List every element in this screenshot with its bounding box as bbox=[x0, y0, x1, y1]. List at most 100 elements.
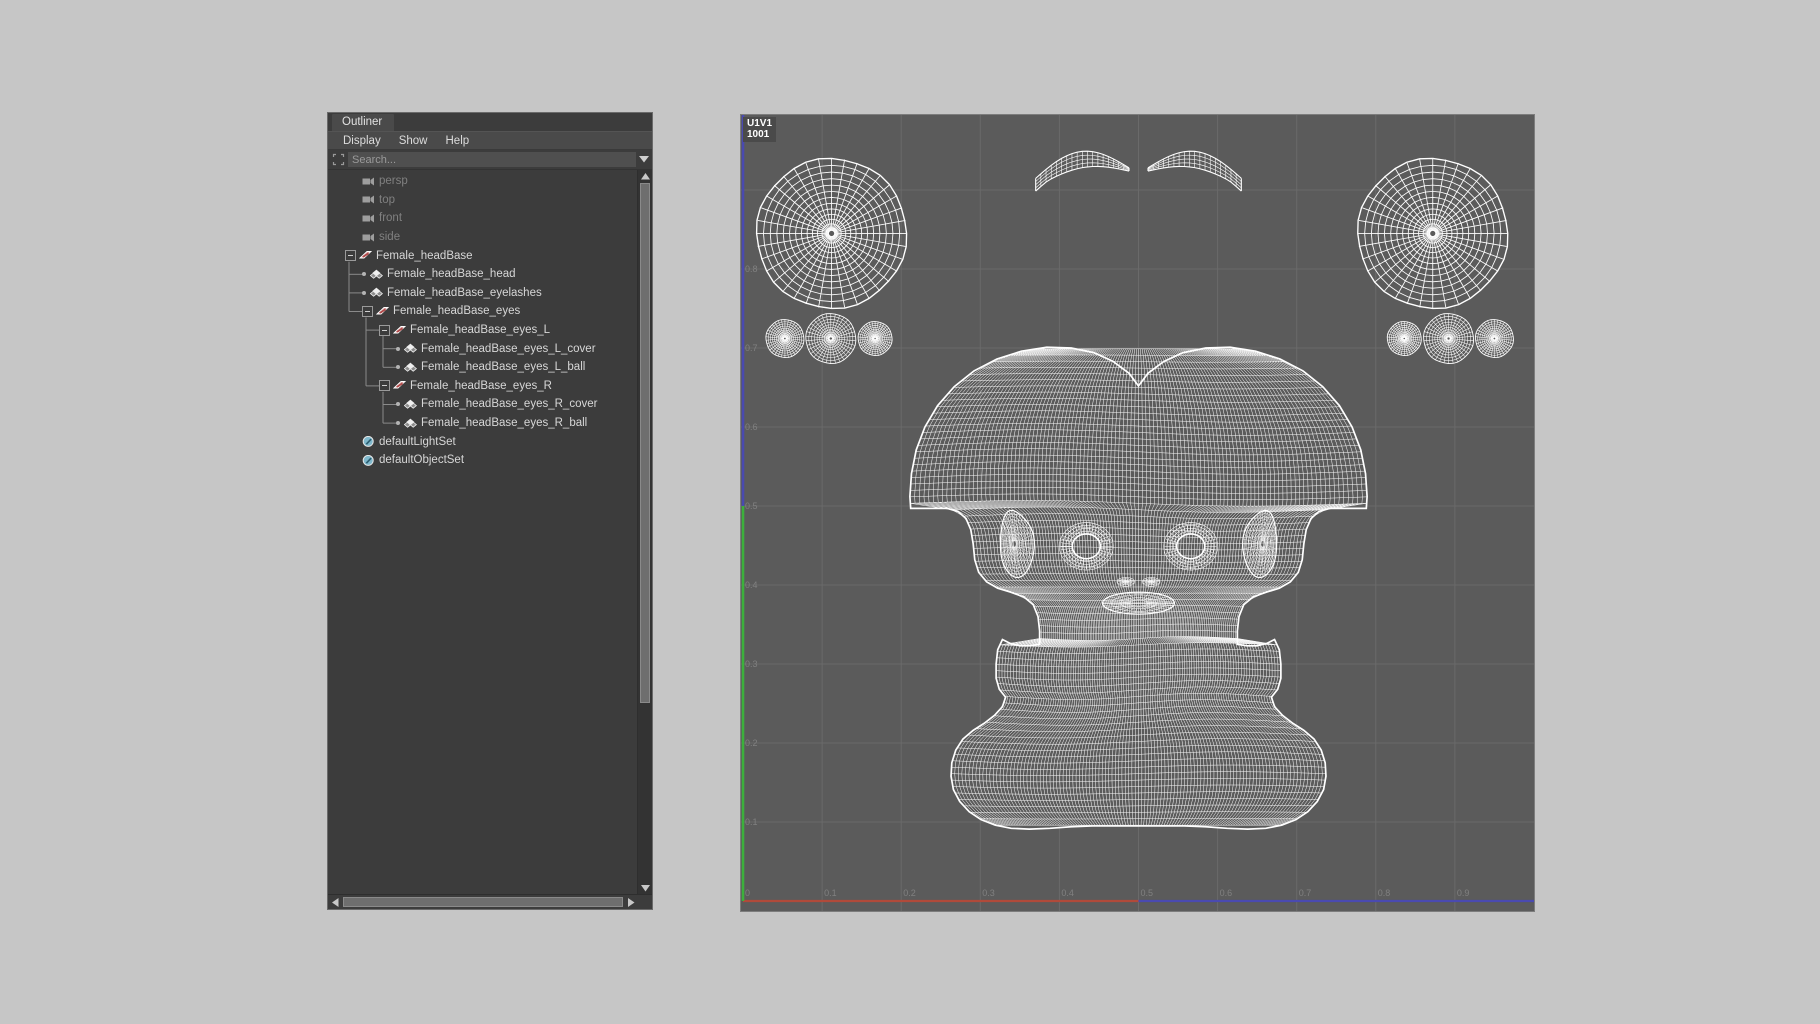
camera-icon bbox=[362, 176, 375, 187]
tree-row[interactable]: defaultObjectSet bbox=[328, 451, 637, 470]
camera-icon bbox=[362, 194, 375, 205]
outliner-horizontal-scrollbar[interactable] bbox=[328, 894, 652, 909]
y-axis-tick-label: 0.1 bbox=[745, 817, 758, 827]
tree-row[interactable]: Female_headBase_eyes_R bbox=[328, 377, 637, 396]
tree-leaf-dot-icon bbox=[396, 346, 400, 351]
tree-row[interactable]: Female_headBase_eyes_R_ball bbox=[328, 414, 637, 433]
x-axis-tick-label: 0.4 bbox=[1061, 888, 1074, 898]
x-axis-tick-label: 0.2 bbox=[903, 888, 916, 898]
tree-row-label: Female_headBase_eyelashes bbox=[387, 286, 542, 299]
mesh-icon bbox=[370, 269, 383, 280]
uv-wireframe-canvas bbox=[755, 150, 1514, 830]
tree-row[interactable]: defaultLightSet bbox=[328, 432, 637, 451]
tree-row[interactable]: Female_headBase_eyes_L_cover bbox=[328, 339, 637, 358]
tree-expander-collapse-icon[interactable] bbox=[379, 324, 390, 336]
uv-editor-viewport[interactable]: U1V1 1001 0 0.1 0.2 0.3 0.4 0.5 0.6 0.7 0.8 0.9 0.… bbox=[740, 114, 1535, 912]
tree-leaf-dot-icon bbox=[396, 421, 400, 426]
tree-row-label: Female_headBase_eyes_L_ball bbox=[421, 361, 586, 374]
tree-leaf-dot-icon bbox=[362, 272, 366, 277]
outliner-vertical-scrollbar[interactable] bbox=[637, 170, 652, 894]
set-icon bbox=[362, 436, 375, 448]
tree-expander-collapse-icon[interactable] bbox=[362, 305, 373, 317]
scrollbar-corner bbox=[638, 895, 652, 909]
mesh-icon bbox=[404, 418, 417, 429]
tree-row-label: top bbox=[379, 193, 395, 206]
tree-expander-collapse-icon[interactable] bbox=[345, 250, 356, 262]
vertical-scroll-thumb[interactable] bbox=[640, 183, 650, 703]
tree-row-label: persp bbox=[379, 175, 408, 188]
mesh-icon bbox=[404, 343, 417, 354]
camera-icon bbox=[362, 213, 375, 224]
x-axis-tick-label: 0.9 bbox=[1456, 888, 1470, 898]
x-axis-tick-label: 0.3 bbox=[982, 888, 995, 898]
tree-leaf-dot-icon bbox=[396, 402, 400, 407]
outliner-tab-title[interactable]: Outliner bbox=[332, 114, 395, 131]
tree-row-label: Female_headBase_eyes_R_ball bbox=[421, 417, 588, 430]
triangle-left-icon[interactable] bbox=[328, 895, 342, 909]
search-select-icon[interactable] bbox=[328, 151, 348, 168]
y-axis-tick-label: 0.5 bbox=[745, 501, 758, 511]
x-axis-tick-label: 0.6 bbox=[1219, 888, 1233, 898]
y-axis-tick-label: 0.4 bbox=[745, 580, 758, 590]
uv-tile-number: 1001 bbox=[747, 128, 770, 140]
tree-row[interactable]: top bbox=[328, 191, 637, 210]
outliner-tree[interactable]: persp top front side Female_headBase Female_h… bbox=[328, 170, 637, 894]
tree-row[interactable]: Female_headBase_eyes bbox=[328, 302, 637, 321]
mesh-icon bbox=[370, 287, 383, 298]
tree-row[interactable]: side bbox=[328, 228, 637, 247]
menu-help[interactable]: Help bbox=[437, 134, 479, 148]
tree-row-label: Female_headBase_head bbox=[387, 268, 516, 281]
tree-row[interactable]: Female_headBase_eyelashes bbox=[328, 284, 637, 303]
uv-tile-label: U1V1 1001 bbox=[743, 117, 777, 142]
y-axis-tick-label: 0.3 bbox=[745, 659, 758, 669]
tree-leaf-dot-icon bbox=[396, 365, 400, 370]
x-axis-tick-label: 0.1 bbox=[824, 888, 837, 898]
y-axis-tick-label: 0.2 bbox=[745, 738, 758, 748]
transform-icon bbox=[393, 380, 406, 391]
tree-row-label: side bbox=[379, 231, 401, 244]
outliner-menubar: Display Show Help bbox=[328, 132, 652, 150]
camera-icon bbox=[362, 232, 375, 243]
tree-row[interactable]: Female_headBase_eyes_L bbox=[328, 321, 637, 340]
x-axis-tick-label: 0.8 bbox=[1377, 888, 1391, 898]
outliner-tree-area: persp top front side Female_headBase Female_h… bbox=[328, 170, 652, 894]
chevron-down-icon[interactable] bbox=[636, 151, 652, 168]
tree-row-label: defaultLightSet bbox=[379, 435, 456, 448]
tree-row[interactable]: Female_headBase bbox=[328, 246, 637, 265]
x-axis-tick-label: 0.7 bbox=[1298, 888, 1312, 898]
tree-row-label: Female_headBase_eyes_R_cover bbox=[421, 398, 598, 411]
x-axis-tick-label: 0 bbox=[745, 888, 751, 898]
tree-row[interactable]: Female_headBase_head bbox=[328, 265, 637, 284]
set-icon bbox=[362, 454, 375, 466]
y-axis-tick-label: 0.7 bbox=[745, 343, 758, 353]
y-axis-tick-label: 0.6 bbox=[745, 422, 758, 432]
mesh-icon bbox=[404, 399, 417, 410]
tree-row[interactable]: front bbox=[328, 209, 637, 228]
triangle-down-icon[interactable] bbox=[640, 882, 650, 894]
y-axis-tick-label: 0.8 bbox=[745, 264, 758, 274]
tree-expander-collapse-icon[interactable] bbox=[379, 380, 390, 392]
tree-row-label: Female_headBase_eyes_L bbox=[410, 324, 551, 337]
transform-icon bbox=[359, 250, 372, 261]
tree-row-label: Female_headBase_eyes bbox=[393, 305, 521, 318]
outliner-panel[interactable]: Outliner Display Show Help persp top front… bbox=[327, 112, 653, 910]
tree-row-label: Female_headBase_eyes_L_cover bbox=[421, 342, 596, 355]
tree-row[interactable]: Female_headBase_eyes_L_ball bbox=[328, 358, 637, 377]
tree-row[interactable]: Female_headBase_eyes_R_cover bbox=[328, 395, 637, 414]
menu-show[interactable]: Show bbox=[390, 134, 437, 148]
menu-display[interactable]: Display bbox=[334, 134, 390, 148]
mesh-icon bbox=[404, 362, 417, 373]
triangle-up-icon[interactable] bbox=[640, 170, 650, 182]
tree-row-label: Female_headBase bbox=[376, 249, 473, 262]
outliner-titlebar: Outliner bbox=[328, 113, 652, 132]
tree-row-label: Female_headBase_eyes_R bbox=[410, 379, 552, 392]
horizontal-scroll-thumb[interactable] bbox=[343, 897, 623, 907]
tree-leaf-dot-icon bbox=[362, 290, 366, 295]
triangle-right-icon[interactable] bbox=[624, 895, 638, 909]
tree-row-label: front bbox=[379, 212, 403, 225]
x-axis-tick-label: 0.5 bbox=[1140, 888, 1154, 898]
search-input[interactable] bbox=[348, 152, 636, 167]
tree-row[interactable]: persp bbox=[328, 172, 637, 191]
tree-row-label: defaultObjectSet bbox=[379, 454, 465, 467]
uv-tile-uv: U1V1 bbox=[747, 118, 773, 129]
